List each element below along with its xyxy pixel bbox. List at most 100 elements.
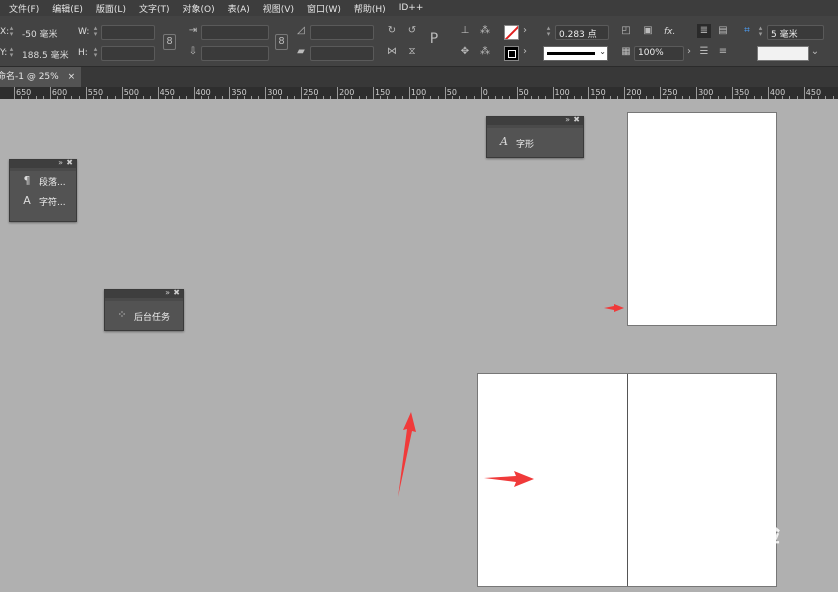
y-spinner-icon[interactable]: ▴ ▾: [8, 46, 15, 59]
ruler-tick: [408, 87, 410, 99]
style-select[interactable]: [757, 46, 809, 61]
document-tab[interactable]: 未命名-1 @ 25% ×: [0, 67, 82, 87]
fill-swatch-icon[interactable]: [504, 25, 519, 40]
menu-file[interactable]: 文件(F): [9, 2, 39, 15]
offset-value: 5 毫米: [771, 30, 798, 40]
wrap-jump-icon[interactable]: ≡: [716, 45, 730, 59]
menu-window[interactable]: 窗口(W): [307, 2, 341, 15]
offset-field[interactable]: 5 毫米: [767, 25, 824, 40]
tab-close-icon[interactable]: ×: [68, 72, 76, 82]
h-label: H:: [78, 48, 88, 58]
wrap-shape-icon[interactable]: ☰: [697, 45, 711, 59]
wrap-bounding-box-icon[interactable]: ▤: [716, 24, 730, 38]
menu-type[interactable]: 文字(T): [139, 2, 170, 15]
arrow-to-spread-left: [484, 471, 534, 487]
h-field[interactable]: [101, 46, 155, 61]
stroke-type-select[interactable]: ⌄: [543, 46, 608, 61]
ruler-tick: [624, 87, 626, 99]
rotate-ccw-icon[interactable]: ↺: [405, 24, 419, 38]
stroke-weight-field[interactable]: 0.283 点: [555, 25, 609, 40]
menu-bar: 文件(F) 编辑(E) 版面(L) 文字(T) 对象(O) 表(A) 视图(V)…: [0, 0, 838, 16]
ruler-tick: [14, 87, 15, 99]
opacity-menu-icon[interactable]: ›: [684, 45, 694, 59]
menu-object[interactable]: 对象(O): [183, 2, 215, 15]
drop-shadow-icon[interactable]: ◰: [619, 24, 633, 38]
ruler-tick: [337, 87, 339, 99]
menu-idplusplus[interactable]: ID++: [399, 3, 424, 13]
y-label: Y:: [0, 48, 8, 58]
opacity-value: 100%: [638, 48, 664, 58]
w-field[interactable]: [101, 25, 155, 40]
ruler-tick: [229, 87, 231, 99]
constrain-scale-icon[interactable]: 8: [275, 34, 288, 50]
control-panel: X: ▴ ▾ -50 毫米 Y: ▴ ▾ 188.5 毫米 W: ▴ ▾ H: ▴ ▾ …: [0, 16, 838, 67]
style-chevron-icon[interactable]: ⌄: [809, 45, 821, 59]
shear-icon: ▰: [297, 46, 305, 57]
ruler-tick: [265, 87, 267, 99]
y-field[interactable]: 188.5 毫米: [22, 48, 69, 61]
menu-help[interactable]: 帮助(H): [354, 2, 386, 15]
ruler-tick: [803, 87, 805, 99]
select-container-icon[interactable]: ⊥: [458, 24, 472, 38]
fx-icon[interactable]: fx.: [664, 27, 675, 37]
ruler-tick: [157, 87, 159, 99]
ruler-tick: [588, 87, 590, 99]
horizontal-ruler[interactable]: 650 600 550 500 450 400 350 300 250 200 150 100 50 0 5…: [0, 87, 838, 99]
flip-horizontal-icon[interactable]: ⋈: [385, 45, 399, 59]
flip-vertical-icon[interactable]: ⧖: [405, 45, 419, 59]
scale-x-field[interactable]: [201, 25, 269, 40]
ruler-tick: [373, 87, 374, 99]
stroke-swatch-icon[interactable]: [504, 46, 519, 61]
stroke-weight-value: 0.283 点: [559, 30, 597, 40]
constrain-proportions-icon[interactable]: 8: [163, 34, 176, 50]
opacity-field[interactable]: 100%: [634, 46, 684, 61]
menu-table[interactable]: 表(A): [228, 2, 250, 15]
menu-layout[interactable]: 版面(L): [96, 2, 126, 15]
document-tab-title: 未命名-1 @ 25%: [0, 72, 59, 82]
watermark-logo: Bai du 经验: [642, 523, 781, 548]
pasteboard[interactable]: » ✖ ¶ 段落... A 字符... » ✖ ⁘ 后台任务 » ✖ A 字形 …: [0, 99, 838, 592]
stroke-type-chevron-icon: ⌄: [599, 47, 606, 56]
select-previous-icon[interactable]: ⁂: [478, 24, 492, 38]
arrow-to-page-1: [604, 304, 624, 312]
scale-y-field[interactable]: [201, 46, 269, 61]
stroke-weight-spinner-icon[interactable]: ▴ ▾: [545, 25, 552, 38]
document-tab-bar: 未命名-1 @ 25% ×: [0, 67, 838, 87]
fill-menu-icon[interactable]: ›: [520, 24, 530, 38]
ruler-tick: [552, 87, 554, 99]
scale-y-icon: ⇩: [188, 46, 198, 57]
wrap-none-icon[interactable]: ≣: [697, 24, 711, 38]
offset-spinner-icon[interactable]: ▴ ▾: [757, 25, 764, 38]
stroke-menu-icon[interactable]: ›: [520, 45, 530, 59]
ruler-tick: [696, 87, 698, 99]
shear-field[interactable]: [310, 46, 374, 61]
rotate-icon: ◿: [297, 25, 305, 36]
rotate-cw-icon[interactable]: ↻: [385, 24, 399, 38]
rotate-field[interactable]: [310, 25, 374, 40]
ruler-tick: [516, 87, 518, 99]
ruler-tick: [660, 87, 662, 99]
ruler-tick: [49, 87, 51, 99]
watermark-url: jingyan.baidu.com: [656, 549, 758, 562]
w-label: W:: [78, 27, 90, 37]
select-next-icon[interactable]: ⁂: [478, 45, 492, 59]
w-spinner-icon[interactable]: ▴ ▾: [92, 25, 99, 38]
ruler-tick: [85, 87, 87, 99]
opacity-icon: ▦: [621, 46, 631, 57]
ruler-tick: [480, 87, 482, 99]
reference-point-icon[interactable]: P: [427, 32, 441, 46]
menu-view[interactable]: 视图(V): [263, 2, 294, 15]
ruler-tick: [121, 87, 123, 99]
shadow-frame-icon[interactable]: ▣: [641, 24, 655, 38]
ruler-tick: [193, 87, 195, 99]
select-content-icon[interactable]: ✥: [458, 45, 472, 59]
x-field[interactable]: -50 毫米: [22, 27, 58, 40]
ruler-tick: [301, 87, 303, 99]
x-spinner-icon[interactable]: ▴ ▾: [8, 25, 15, 38]
h-spinner-icon[interactable]: ▴ ▾: [92, 46, 99, 59]
ruler-tick: [767, 87, 769, 99]
menu-edit[interactable]: 编辑(E): [52, 2, 83, 15]
ruler-tick: [444, 87, 446, 99]
ruler-tick: [732, 87, 733, 99]
offset-icon: ⌗: [744, 25, 750, 36]
